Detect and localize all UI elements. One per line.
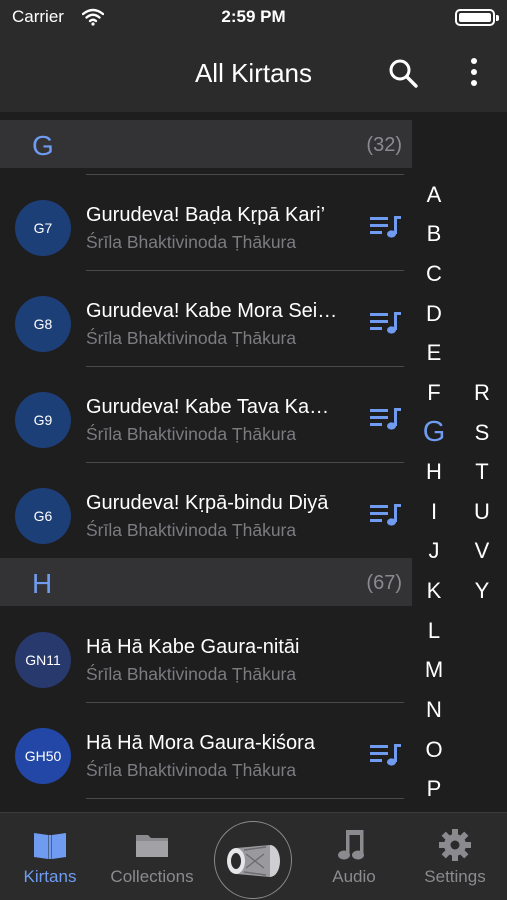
index-letter-o[interactable]: O [414, 737, 454, 763]
index-letter-m[interactable]: M [414, 657, 454, 683]
kirtan-author: Śrīla Bhaktivinoda Ṭhākura [86, 520, 297, 540]
tab-kirtans[interactable]: Kirtans [0, 813, 100, 900]
tab-label: Audio [332, 867, 376, 886]
section-header-h: H (67) [0, 558, 412, 606]
search-icon[interactable] [386, 56, 420, 90]
kirtan-code-badge: G7 [15, 200, 71, 256]
index-letter-n[interactable]: N [414, 697, 454, 723]
index-letter-s[interactable]: S [462, 420, 502, 446]
playlist-music-icon[interactable] [370, 310, 402, 336]
kirtan-title: Hā Hā Kabe Gaura-nitāi [86, 636, 300, 658]
tab-label: Settings [424, 867, 486, 886]
index-letter-r[interactable]: R [462, 380, 502, 406]
section-count: (32) [366, 134, 402, 156]
status-bar: Carrier 2:59 PM [0, 0, 507, 34]
list-item[interactable]: GH50 Hā Hā Mora Gaura-kiśora Śrīla Bhakt… [0, 702, 412, 798]
list-item[interactable]: G9 Gurudeva! Kabe Tava Ka… Śrīla Bhaktiv… [0, 366, 412, 462]
folder-icon [136, 835, 168, 857]
list-item[interactable]: GN11 Hā Hā Kabe Gaura-nitāi Śrīla Bhakti… [0, 606, 412, 702]
divider [86, 270, 404, 271]
divider [86, 798, 404, 799]
index-letter-d[interactable]: D [414, 301, 454, 327]
index-letter-t[interactable]: T [462, 459, 502, 485]
index-letter-v[interactable]: V [462, 538, 502, 564]
kirtan-author: Śrīla Bhaktivinoda Ṭhākura [86, 760, 297, 780]
tab-collections[interactable]: Collections [102, 813, 202, 900]
kirtan-title: Gurudeva! Kabe Tava Ka… [86, 396, 330, 418]
kirtan-code-badge: G8 [15, 296, 71, 352]
kirtan-code-badge: GN11 [15, 632, 71, 688]
mridanga-drum-icon [227, 845, 280, 877]
playlist-music-icon[interactable] [370, 214, 402, 240]
list-item [0, 798, 412, 812]
index-letter-u[interactable]: U [462, 499, 502, 525]
divider [86, 366, 404, 367]
kirtan-author: Śrīla Bhaktivinoda Ṭhākura [86, 424, 297, 444]
kirtan-title: Gurudeva! Baḍa Kṛpā Kari’ [86, 204, 326, 226]
index-letter-h[interactable]: H [414, 459, 454, 485]
index-letter-c[interactable]: C [414, 261, 454, 287]
list-item[interactable]: G8 Gurudeva! Kabe Mora Sei… Śrīla Bhakti… [0, 270, 412, 366]
section-letter: H [32, 568, 53, 599]
divider [86, 702, 404, 703]
gear-icon [439, 829, 471, 861]
mridanga-drum-button[interactable] [214, 821, 292, 899]
index-letter-b[interactable]: B [414, 221, 454, 247]
index-letter-e[interactable]: E [414, 340, 454, 366]
section-letter: G [32, 130, 54, 161]
music-note-icon [338, 830, 364, 860]
tab-settings[interactable]: Settings [405, 813, 505, 900]
page-title: All Kirtans [194, 58, 313, 88]
tab-label: Kirtans [23, 867, 77, 886]
kirtan-code-badge: G9 [15, 392, 71, 448]
more-options-icon[interactable] [460, 54, 488, 90]
list-item[interactable]: G6 Gurudeva! Kṛpā-bindu Diyā Śrīla Bhakt… [0, 462, 412, 558]
tab-label: Collections [110, 867, 194, 886]
battery-icon [455, 9, 499, 26]
index-letter-f[interactable]: F [414, 380, 454, 406]
divider [86, 174, 404, 175]
section-count: (67) [366, 572, 402, 594]
index-letter-y[interactable]: Y [462, 578, 502, 604]
kirtan-title: Gurudeva! Kabe Mora Sei… [86, 300, 338, 322]
kirtan-code-badge: GH50 [15, 728, 71, 784]
book-icon [34, 833, 66, 859]
tab-audio[interactable]: Audio [304, 813, 404, 900]
index-letter-a[interactable]: A [414, 182, 454, 208]
index-letter-g[interactable]: G [414, 416, 454, 449]
tab-bar: Kirtans Collections Audio Settings [0, 812, 507, 900]
status-time: 2:59 PM [221, 7, 286, 26]
alphabet-index[interactable]: A B C D E F G H I J K L M N O P R S T U … [414, 175, 504, 805]
list-item[interactable]: G7 Gurudeva! Baḍa Kṛpā Kari’ Śrīla Bhakt… [0, 174, 412, 270]
navigation-bar: All Kirtans [0, 34, 507, 112]
kirtan-author: Śrīla Bhaktivinoda Ṭhākura [86, 328, 297, 348]
section-header-g: G (32) [0, 120, 412, 168]
kirtan-code-badge: G6 [15, 488, 71, 544]
divider [86, 462, 404, 463]
kirtan-title: Hā Hā Mora Gaura-kiśora [86, 732, 315, 754]
playlist-music-icon[interactable] [370, 742, 402, 768]
kirtan-list[interactable]: G (32) G7 Gurudeva! Baḍa Kṛpā Kari’ Śrīl… [0, 112, 412, 812]
index-letter-k[interactable]: K [414, 578, 454, 604]
playlist-music-icon[interactable] [370, 502, 402, 528]
index-letter-j[interactable]: J [414, 538, 454, 564]
index-letter-i[interactable]: I [414, 499, 454, 525]
index-letter-l[interactable]: L [414, 618, 454, 644]
kirtan-author: Śrīla Bhaktivinoda Ṭhākura [86, 232, 297, 252]
kirtan-author: Śrīla Bhaktivinoda Ṭhākura [86, 664, 297, 684]
index-letter-p[interactable]: P [414, 776, 454, 802]
kirtan-title: Gurudeva! Kṛpā-bindu Diyā [86, 492, 329, 514]
playlist-music-icon[interactable] [370, 406, 402, 432]
